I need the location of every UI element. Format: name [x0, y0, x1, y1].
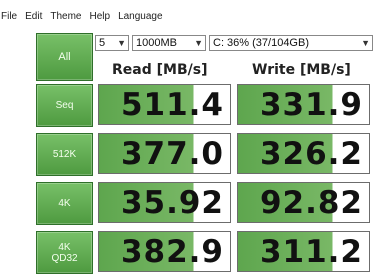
512k-read-value: 377.0 [120, 136, 224, 172]
seq-label: Seq [55, 100, 74, 111]
4k-read-result: 35.92 [98, 182, 231, 223]
crystaldiskmark-window: File Edit Theme Help Language All 5 ▼ 10… [0, 0, 375, 274]
menu-file[interactable]: File [0, 11, 21, 22]
512k-label: 512K [52, 149, 77, 160]
run-all-label: All [58, 50, 71, 63]
run-seq-button[interactable]: Seq [36, 84, 93, 127]
4k-qd32-label: 4K [58, 241, 71, 253]
write-column-header: Write [MB/s] [252, 62, 351, 78]
run-512k-button[interactable]: 512K [36, 133, 93, 176]
4k-label: 4K [58, 198, 71, 209]
4k-write-result: 92.82 [237, 182, 370, 223]
chevron-down-icon: ▼ [194, 38, 203, 48]
512k-write-value: 326.2 [259, 136, 363, 172]
seq-write-result: 331.9 [237, 84, 370, 125]
512k-write-result: 326.2 [237, 133, 370, 174]
seq-read-value: 511.4 [120, 87, 224, 123]
menu-theme[interactable]: Theme [46, 11, 85, 22]
drive-select[interactable]: C: 36% (37/104GB) ▼ [209, 35, 373, 51]
seq-write-value: 331.9 [259, 87, 363, 123]
test-count-select[interactable]: 5 ▼ [95, 35, 129, 51]
drive-value: C: 36% (37/104GB) [213, 37, 309, 49]
menu-language[interactable]: Language [114, 11, 167, 22]
menu-help[interactable]: Help [85, 11, 114, 22]
4k-read-value: 35.92 [120, 185, 224, 221]
4k-qd32-read-value: 382.9 [120, 234, 224, 270]
test-count-value: 5 [99, 37, 106, 49]
4k-qd32-write-result: 311.2 [237, 231, 370, 272]
run-all-button[interactable]: All [36, 33, 93, 81]
test-size-select[interactable]: 1000MB ▼ [132, 35, 206, 51]
chevron-down-icon: ▼ [361, 38, 370, 48]
run-4k-qd32-button[interactable]: 4K QD32 [36, 231, 93, 274]
test-size-value: 1000MB [136, 37, 177, 49]
seq-read-result: 511.4 [98, 84, 231, 125]
4k-qd32-write-value: 311.2 [259, 234, 363, 270]
menu-edit[interactable]: Edit [21, 11, 46, 22]
4k-qd32-sublabel: QD32 [51, 252, 78, 264]
4k-qd32-read-result: 382.9 [98, 231, 231, 272]
run-4k-button[interactable]: 4K [36, 182, 93, 225]
4k-write-value: 92.82 [259, 185, 363, 221]
chevron-down-icon: ▼ [117, 38, 126, 48]
read-column-header: Read [MB/s] [112, 62, 208, 78]
512k-read-result: 377.0 [98, 133, 231, 174]
menu-bar: File Edit Theme Help Language [0, 8, 167, 24]
